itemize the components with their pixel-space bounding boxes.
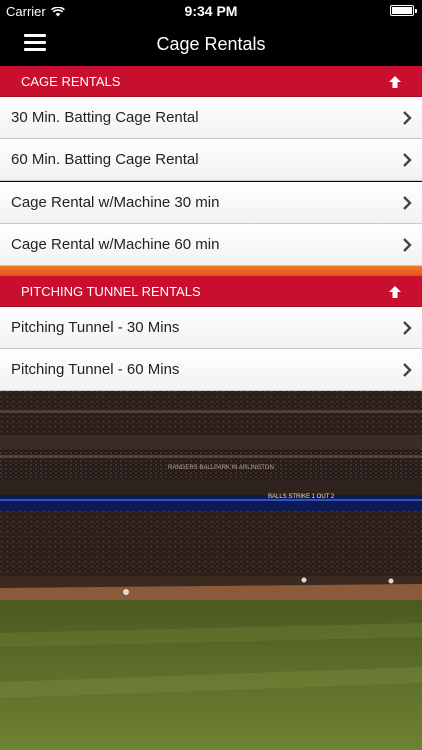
section-header-cage-rentals[interactable]: CAGE RENTALS xyxy=(0,66,422,97)
list-item[interactable]: Cage Rental w/Machine 30 min xyxy=(0,182,422,224)
list-item-label: Cage Rental w/Machine 30 min xyxy=(11,194,220,211)
chevron-right-icon xyxy=(403,196,412,210)
list-item[interactable]: 30 Min. Batting Cage Rental xyxy=(0,97,422,139)
section-divider xyxy=(0,266,422,276)
list-item[interactable]: Cage Rental w/Machine 60 min xyxy=(0,224,422,266)
chevron-right-icon xyxy=(403,238,412,252)
chevron-right-icon xyxy=(403,363,412,377)
list-item[interactable]: 60 Min. Batting Cage Rental xyxy=(0,139,422,181)
navigation-bar: Cage Rentals xyxy=(0,22,422,66)
section-header-label: PITCHING TUNNEL RENTALS xyxy=(21,283,201,299)
list-item[interactable]: Pitching Tunnel - 60 Mins xyxy=(0,349,422,391)
collapse-arrow-up-icon[interactable] xyxy=(388,285,402,299)
status-bar: Carrier 9:34 PM xyxy=(0,0,422,22)
chevron-right-icon xyxy=(403,321,412,335)
list-item-label: 60 Min. Batting Cage Rental xyxy=(11,151,199,168)
status-time: 9:34 PM xyxy=(184,3,238,19)
list-item-label: Pitching Tunnel - 30 Mins xyxy=(11,319,180,336)
scoreboard-text: BALLS STRIKE 1 OUT 2 xyxy=(268,494,335,500)
facade-text: RANGERS BALLPARK IN ARLINGTON xyxy=(168,465,274,471)
list-item-label: Pitching Tunnel - 60 Mins xyxy=(11,361,180,378)
list-item-label: Cage Rental w/Machine 60 min xyxy=(11,236,220,253)
list-item-label: 30 Min. Batting Cage Rental xyxy=(11,109,199,126)
page-title: Cage Rentals xyxy=(156,34,266,54)
section-header-pitching-tunnel-rentals[interactable]: PITCHING TUNNEL RENTALS xyxy=(0,276,422,307)
chevron-right-icon xyxy=(403,111,412,125)
list-item[interactable]: Pitching Tunnel - 30 Mins xyxy=(0,307,422,349)
battery-fill xyxy=(392,7,412,14)
collapse-arrow-up-icon[interactable] xyxy=(388,75,402,89)
section-header-label: CAGE RENTALS xyxy=(21,73,121,89)
chevron-right-icon xyxy=(403,153,412,167)
battery-icon xyxy=(390,5,417,16)
